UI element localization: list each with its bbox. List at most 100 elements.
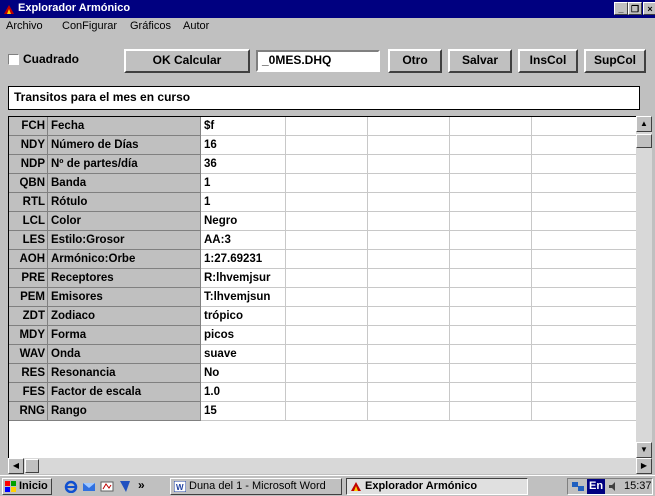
network-icon[interactable] <box>572 481 585 492</box>
empty-cell[interactable] <box>368 155 450 174</box>
empty-cell[interactable] <box>450 231 532 250</box>
empty-cell[interactable] <box>532 383 637 402</box>
empty-cell[interactable] <box>368 326 450 345</box>
row-value-cell[interactable]: picos <box>201 326 286 345</box>
row-value-cell[interactable]: R:lhvemjsur <box>201 269 286 288</box>
row-value-cell[interactable]: 1.0 <box>201 383 286 402</box>
row-value-cell[interactable]: 15 <box>201 402 286 421</box>
language-indicator[interactable]: En <box>587 479 606 494</box>
empty-cell[interactable] <box>286 345 368 364</box>
empty-cell[interactable] <box>450 345 532 364</box>
empty-cell[interactable] <box>450 307 532 326</box>
empty-cell[interactable] <box>368 383 450 402</box>
empty-cell[interactable] <box>532 193 637 212</box>
row-value-cell[interactable]: 1 <box>201 174 286 193</box>
scroll-thumb[interactable] <box>636 134 652 148</box>
menu-graficos[interactable]: Gráficos <box>130 20 171 32</box>
title-bar[interactable]: Explorador Armónico _ ❐ × <box>0 0 655 18</box>
empty-cell[interactable] <box>532 212 637 231</box>
empty-cell[interactable] <box>368 307 450 326</box>
calcular-button[interactable]: OK Calcular <box>124 49 250 73</box>
empty-cell[interactable] <box>450 288 532 307</box>
row-value-cell[interactable]: 36 <box>201 155 286 174</box>
empty-cell[interactable] <box>450 136 532 155</box>
empty-cell[interactable] <box>368 231 450 250</box>
empty-cell[interactable] <box>286 193 368 212</box>
empty-cell[interactable] <box>286 136 368 155</box>
otro-button[interactable]: Otro <box>388 49 442 73</box>
task-explorador[interactable]: Explorador Armónico <box>346 478 528 495</box>
empty-cell[interactable] <box>532 269 637 288</box>
empty-cell[interactable] <box>532 117 637 136</box>
empty-cell[interactable] <box>368 345 450 364</box>
empty-cell[interactable] <box>368 136 450 155</box>
empty-cell[interactable] <box>286 117 368 136</box>
empty-cell[interactable] <box>532 155 637 174</box>
empty-cell[interactable] <box>450 383 532 402</box>
empty-cell[interactable] <box>450 155 532 174</box>
empty-cell[interactable] <box>286 174 368 193</box>
empty-cell[interactable] <box>450 269 532 288</box>
menu-archivo[interactable]: Archivo <box>6 20 43 32</box>
scroll-left-icon[interactable]: ◀ <box>8 458 24 474</box>
channels-icon[interactable] <box>100 480 114 493</box>
row-value-cell[interactable]: Negro <box>201 212 286 231</box>
empty-cell[interactable] <box>368 193 450 212</box>
row-value-cell[interactable]: T:lhvemjsun <box>201 288 286 307</box>
internet-explorer-icon[interactable] <box>64 480 78 493</box>
menu-configurar[interactable]: ConFigurar <box>62 20 117 32</box>
empty-cell[interactable] <box>286 269 368 288</box>
empty-cell[interactable] <box>286 307 368 326</box>
empty-cell[interactable] <box>286 326 368 345</box>
desktop-icon[interactable] <box>118 480 132 493</box>
empty-cell[interactable] <box>532 136 637 155</box>
empty-cell[interactable] <box>286 288 368 307</box>
row-value-cell[interactable]: 16 <box>201 136 286 155</box>
description-field[interactable]: Transitos para el mes en curso <box>8 86 640 110</box>
empty-cell[interactable] <box>532 326 637 345</box>
volume-icon[interactable] <box>608 481 619 492</box>
close-button[interactable]: × <box>643 2 655 15</box>
scroll-up-icon[interactable]: ▲ <box>636 116 652 132</box>
empty-cell[interactable] <box>450 193 532 212</box>
empty-cell[interactable] <box>532 174 637 193</box>
empty-cell[interactable] <box>368 402 450 421</box>
supcol-button[interactable]: SupCol <box>584 49 646 73</box>
row-value-cell[interactable]: AA:3 <box>201 231 286 250</box>
empty-cell[interactable] <box>532 364 637 383</box>
row-value-cell[interactable]: $f <box>201 117 286 136</box>
restore-button[interactable]: ❐ <box>628 2 642 15</box>
row-value-cell[interactable]: 1 <box>201 193 286 212</box>
inscol-button[interactable]: InsCol <box>518 49 578 73</box>
scroll-right-icon[interactable]: ▶ <box>636 458 652 474</box>
row-value-cell[interactable]: suave <box>201 345 286 364</box>
more-chevron[interactable]: » <box>138 478 145 492</box>
empty-cell[interactable] <box>532 402 637 421</box>
empty-cell[interactable] <box>286 155 368 174</box>
empty-cell[interactable] <box>286 402 368 421</box>
empty-cell[interactable] <box>286 231 368 250</box>
empty-cell[interactable] <box>450 364 532 383</box>
salvar-button[interactable]: Salvar <box>448 49 512 73</box>
empty-cell[interactable] <box>368 117 450 136</box>
empty-cell[interactable] <box>286 364 368 383</box>
hscroll-thumb[interactable] <box>25 459 39 473</box>
empty-cell[interactable] <box>450 212 532 231</box>
file-name-field[interactable]: _0MES.DHQ <box>256 50 380 72</box>
empty-cell[interactable] <box>286 212 368 231</box>
empty-cell[interactable] <box>368 212 450 231</box>
start-button[interactable]: Inicio <box>2 478 52 495</box>
empty-cell[interactable] <box>368 269 450 288</box>
empty-cell[interactable] <box>450 250 532 269</box>
empty-cell[interactable] <box>532 231 637 250</box>
outlook-express-icon[interactable] <box>82 480 96 493</box>
empty-cell[interactable] <box>286 250 368 269</box>
empty-cell[interactable] <box>532 288 637 307</box>
empty-cell[interactable] <box>368 250 450 269</box>
cuadrado-label[interactable]: Cuadrado <box>23 52 79 66</box>
row-value-cell[interactable]: 1:27.69231 <box>201 250 286 269</box>
minimize-button[interactable]: _ <box>614 2 628 15</box>
empty-cell[interactable] <box>450 326 532 345</box>
menu-autor[interactable]: Autor <box>183 20 209 32</box>
empty-cell[interactable] <box>532 345 637 364</box>
